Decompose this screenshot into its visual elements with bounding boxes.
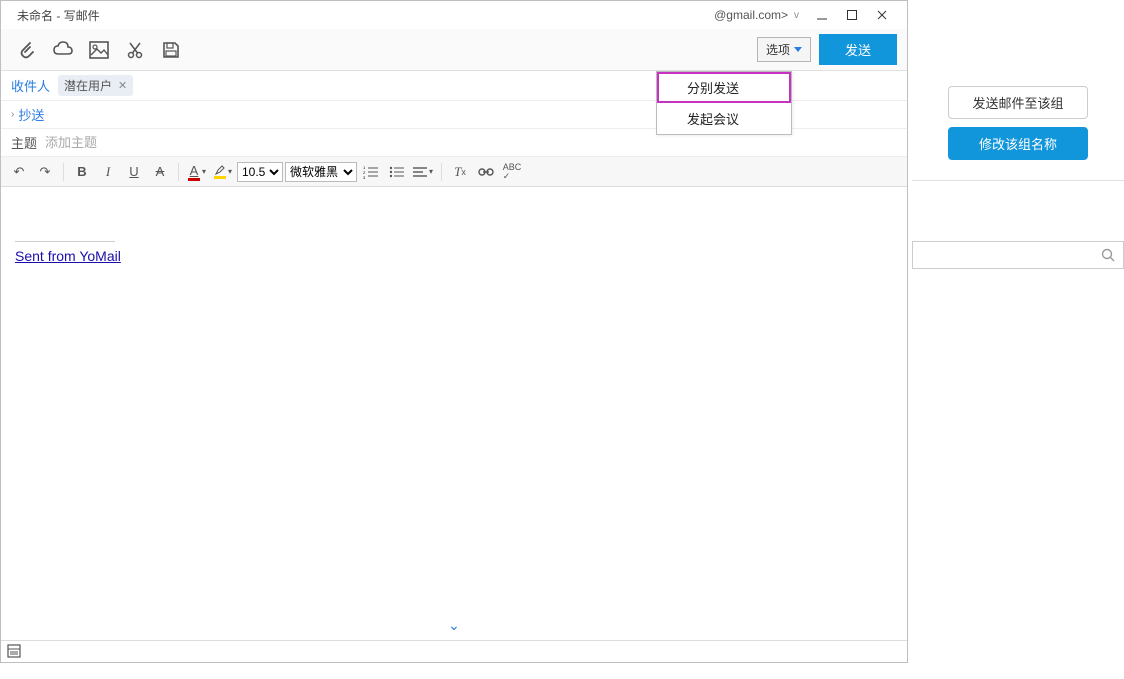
chevron-right-icon: ›	[11, 109, 14, 120]
image-icon[interactable]	[83, 34, 115, 66]
unordered-list-button[interactable]	[385, 160, 409, 184]
chip-remove-icon[interactable]: ✕	[118, 79, 127, 92]
panel-toggle-icon[interactable]	[7, 644, 23, 660]
align-button[interactable]: ▾	[411, 160, 435, 184]
attachment-icon[interactable]	[11, 34, 43, 66]
bold-button[interactable]: B	[70, 160, 94, 184]
underline-button[interactable]: U	[122, 160, 146, 184]
window-title: 未命名 - 写邮件	[11, 3, 106, 28]
titlebar: 未命名 - 写邮件 @gmail.com> v	[1, 1, 907, 29]
cc-label: 抄送	[18, 105, 44, 124]
option-start-meeting[interactable]: 发起会议	[657, 103, 791, 134]
save-icon[interactable]	[155, 34, 187, 66]
side-divider	[912, 180, 1124, 181]
minimize-button[interactable]	[807, 4, 837, 26]
signature-link[interactable]: Sent from YoMail	[15, 248, 121, 264]
chevron-down-icon	[794, 47, 802, 52]
font-family-select[interactable]: 微软雅黑	[285, 162, 357, 182]
recipient-chip-text: 潜在用户	[64, 77, 112, 94]
account-dropdown-icon[interactable]: v	[794, 10, 799, 21]
redo-button[interactable]: ↷	[33, 160, 57, 184]
font-size-select[interactable]: 10.5	[237, 162, 283, 182]
option-send-separately[interactable]: 分别发送	[657, 72, 791, 103]
subject-input[interactable]	[45, 135, 897, 150]
account-email: @gmail.com>	[714, 8, 788, 22]
compose-footer	[1, 640, 907, 662]
font-color-button[interactable]: A ▾	[185, 160, 209, 184]
italic-button[interactable]: I	[96, 160, 120, 184]
options-label: 选项	[766, 41, 790, 58]
side-panel: 发送邮件至该组 修改该组名称	[912, 0, 1124, 679]
action-toolbar: 选项 发送	[1, 29, 907, 71]
recipient-chip[interactable]: 潜在用户 ✕	[58, 75, 133, 96]
maximize-button[interactable]	[837, 4, 867, 26]
cc-toggle[interactable]: › 抄送	[11, 105, 44, 124]
editor-body[interactable]: Sent from YoMail	[1, 187, 907, 607]
editor-toolbar: ↶ ↷ B I U A A ▾ ▾ 10.5 微软雅黑 123	[1, 157, 907, 187]
send-to-group-button[interactable]: 发送邮件至该组	[948, 86, 1088, 119]
search-icon[interactable]	[1099, 246, 1117, 264]
svg-text:3: 3	[363, 175, 366, 179]
strikethrough-button[interactable]: A	[148, 160, 172, 184]
side-search[interactable]	[912, 241, 1124, 269]
subject-label: 主题	[11, 133, 37, 152]
cut-icon[interactable]	[119, 34, 151, 66]
rename-group-button[interactable]: 修改该组名称	[948, 127, 1088, 160]
ordered-list-button[interactable]: 123	[359, 160, 383, 184]
recipient-label[interactable]: 收件人	[11, 76, 50, 95]
options-dropdown: 分别发送 发起会议	[656, 71, 792, 135]
clear-format-button[interactable]: Tx	[448, 160, 472, 184]
signature-divider	[15, 241, 115, 242]
close-button[interactable]	[867, 4, 897, 26]
spellcheck-button[interactable]: ABC✓	[500, 160, 524, 184]
insert-link-button[interactable]	[474, 160, 498, 184]
expand-chevron-icon[interactable]: ⌄	[448, 617, 460, 634]
highlight-color-button[interactable]: ▾	[211, 160, 235, 184]
compose-window: 未命名 - 写邮件 @gmail.com> v 选项	[0, 0, 908, 663]
options-button[interactable]: 选项	[757, 37, 811, 62]
cloud-attachment-icon[interactable]	[47, 34, 79, 66]
send-button[interactable]: 发送	[819, 34, 897, 65]
undo-button[interactable]: ↶	[7, 160, 31, 184]
